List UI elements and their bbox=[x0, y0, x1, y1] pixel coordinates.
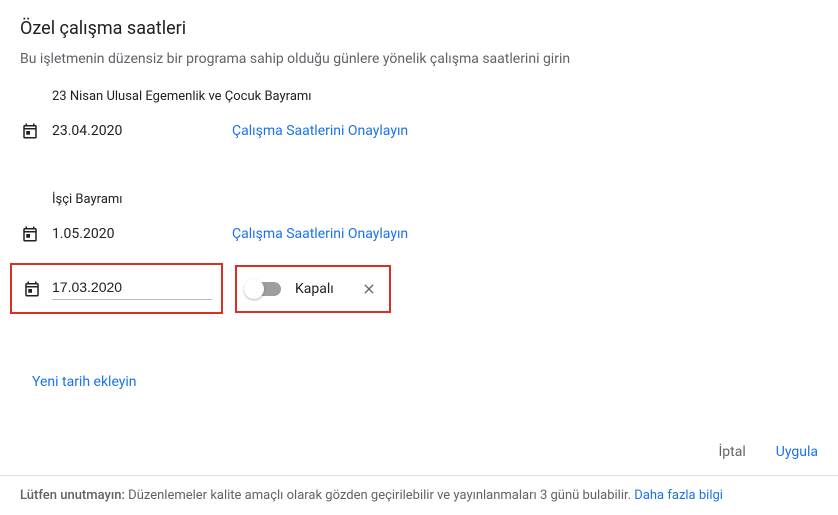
holiday-date: 1.05.2020 bbox=[52, 226, 232, 242]
custom-date-input[interactable] bbox=[52, 277, 212, 300]
add-date-link[interactable]: Yeni tarih ekleyin bbox=[32, 374, 137, 390]
footer-text: Düzenlemeler kalite amaçlı olarak gözden… bbox=[125, 488, 634, 503]
remove-row-button[interactable] bbox=[359, 279, 379, 299]
footer-note: Lütfen unutmayın: Düzenlemeler kalite am… bbox=[0, 475, 838, 515]
confirm-hours-link[interactable]: Çalışma Saatlerini Onaylayın bbox=[232, 226, 408, 242]
calendar-icon bbox=[22, 279, 42, 299]
closed-toggle-label: Kapalı bbox=[295, 281, 345, 297]
closed-toggle-highlight: Kapalı bbox=[235, 265, 391, 313]
custom-date-row: Kapalı bbox=[10, 263, 818, 314]
confirm-hours-link[interactable]: Çalışma Saatlerini Onaylayın bbox=[232, 123, 408, 139]
dialog-actions: İptal Uygula bbox=[719, 444, 819, 460]
holiday-entry: 23 Nisan Ulusal Egemenlik ve Çocuk Bayra… bbox=[20, 89, 818, 148]
closed-toggle[interactable] bbox=[247, 282, 281, 296]
footer-prefix: Lütfen unutmayın: bbox=[20, 488, 125, 503]
holiday-name-label: 23 Nisan Ulusal Egemenlik ve Çocuk Bayra… bbox=[52, 89, 818, 104]
page-title: Özel çalışma saatleri bbox=[20, 18, 818, 39]
date-field-highlight bbox=[10, 263, 223, 314]
holiday-entry: İşçi Bayramı 1.05.2020 Çalışma Saatlerin… bbox=[20, 192, 818, 251]
learn-more-link[interactable]: Daha fazla bilgi bbox=[634, 488, 723, 503]
toggle-knob bbox=[244, 279, 264, 299]
holiday-date: 23.04.2020 bbox=[52, 123, 232, 139]
cancel-button[interactable]: İptal bbox=[719, 444, 746, 460]
calendar-icon bbox=[20, 224, 40, 244]
page-subtitle: Bu işletmenin düzensiz bir programa sahi… bbox=[20, 51, 818, 67]
holiday-name-label: İşçi Bayramı bbox=[52, 192, 818, 207]
calendar-icon bbox=[20, 121, 40, 141]
apply-button[interactable]: Uygula bbox=[776, 444, 818, 460]
